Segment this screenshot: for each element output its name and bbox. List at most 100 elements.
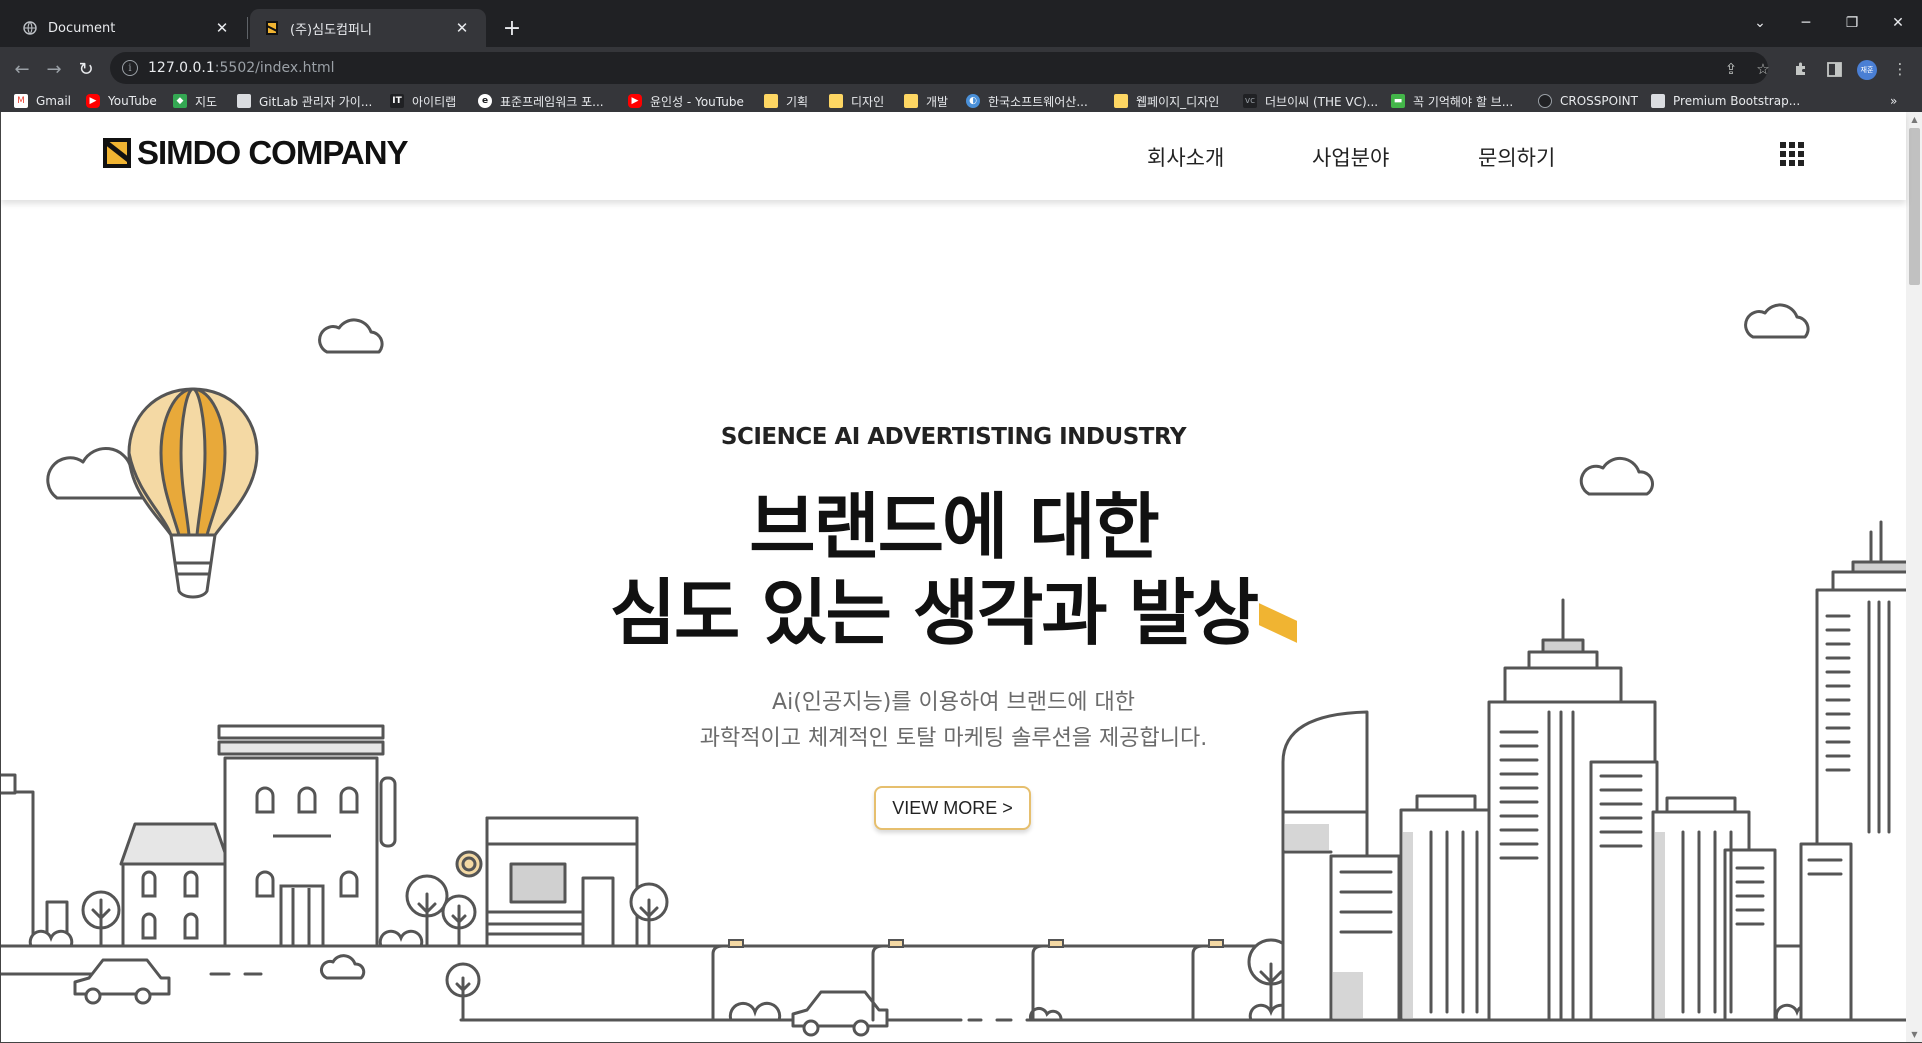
grid-menu-icon[interactable] <box>1780 142 1804 166</box>
close-icon[interactable]: ✕ <box>212 18 232 38</box>
globe-icon: ◐ <box>966 94 980 108</box>
globe-icon <box>22 20 38 36</box>
more-menu-icon[interactable]: ⋮ <box>1886 55 1914 83</box>
it-icon: IT <box>390 94 404 108</box>
coffee-sign-icon <box>455 850 483 878</box>
bookmark-label: 아이티랩 <box>412 94 457 109</box>
bookmark-folder-webdesign[interactable]: 웹페이지_디자인 <box>1114 90 1219 112</box>
cloud-icon <box>1744 303 1810 339</box>
bookmark-thevc[interactable]: vc 더브이씨 (THE VC)... <box>1243 90 1378 112</box>
tab-title: Document <box>48 20 116 36</box>
bookmark-label: 한국소프트웨어산... <box>988 94 1088 109</box>
bookmark-egov[interactable]: e 표준프레임워크 포... <box>478 90 604 112</box>
bookmark-label: 더브이씨 (THE VC)... <box>1265 94 1379 109</box>
scroll-thumb[interactable] <box>1909 128 1920 285</box>
bookmark-youtube[interactable]: ▶ YouTube <box>86 90 157 112</box>
youtube-icon: ▶ <box>86 94 100 108</box>
cloud-icon <box>319 954 366 980</box>
nav-contact[interactable]: 문의하기 <box>1478 142 1555 172</box>
vc-icon: vc <box>1243 94 1257 108</box>
extensions-icon[interactable] <box>1787 55 1815 83</box>
logo-text: SIMDO COMPANY <box>137 134 409 171</box>
bookmark-label: Premium Bootstrap... <box>1673 94 1801 108</box>
page-icon <box>1651 94 1665 108</box>
page-icon <box>237 94 251 108</box>
simdo-favicon-icon <box>264 20 280 36</box>
nav-business[interactable]: 사업분야 <box>1312 142 1389 172</box>
folder-icon <box>1114 94 1128 108</box>
new-tab-button[interactable]: + <box>498 14 526 42</box>
page-scrollbar[interactable]: ▲ ▼ <box>1906 112 1922 1042</box>
profile-avatar[interactable]: 재훈 <box>1857 60 1877 80</box>
hero-desc-line1: Ai(인공지능)를 이용하여 브랜드에 대한 <box>772 690 1135 715</box>
bookmark-itlab[interactable]: IT 아이티랩 <box>390 90 456 112</box>
bookmark-label: 지도 <box>195 94 218 109</box>
tab-search-icon[interactable]: ⌄ <box>1742 10 1778 36</box>
bookmarks-bar: M Gmail ▶ YouTube ◆ 지도 GitLab 관리자 가이... IT 아… <box>0 90 1922 112</box>
share-icon[interactable]: ⇪ <box>1717 55 1745 83</box>
url-path: :5502/index.html <box>214 60 335 76</box>
bookmark-crosspoint[interactable]: CROSSPOINT <box>1538 90 1638 112</box>
tree-icon <box>445 962 481 1022</box>
gmail-icon: M <box>14 94 28 108</box>
hero-desc-line2: 과학적이고 체계적인 토탈 마케팅 솔루션을 제공합니다. <box>699 726 1208 751</box>
crosspoint-icon <box>1538 94 1552 108</box>
bookmark-brand[interactable]: ▬ 꼭 기억해야 할 브... <box>1391 90 1513 112</box>
bookmark-label: 윤인성 - YouTube <box>650 94 744 109</box>
cloud-icon <box>318 318 384 354</box>
close-window-button[interactable]: ✕ <box>1880 10 1916 36</box>
maps-icon: ◆ <box>173 94 187 108</box>
bookmark-label: 웹페이지_디자인 <box>1136 94 1220 109</box>
site-header: SIMDO COMPANY 회사소개 사업분야 문의하기 <box>1 112 1906 200</box>
scroll-down-icon[interactable]: ▼ <box>1910 1030 1919 1039</box>
url-host: 127.0.0.1 <box>148 60 215 76</box>
bookmark-gmail[interactable]: M Gmail <box>14 90 71 112</box>
forward-icon[interactable]: → <box>40 55 68 83</box>
view-more-button[interactable]: VIEW MORE > <box>874 786 1031 830</box>
folder-icon <box>904 94 918 108</box>
bookmark-yoon[interactable]: ▶ 윤인성 - YouTube <box>628 90 744 112</box>
bookmarks-overflow-icon[interactable]: » <box>1890 90 1897 112</box>
browser-tab-bar: Document ✕ (주)심도컴퍼니 ✕ + ⌄ ─ ❐ ✕ <box>0 0 1922 47</box>
car-icon <box>73 958 171 1005</box>
tab-simdo[interactable]: (주)심도컴퍼니 ✕ <box>250 9 486 47</box>
e-icon: e <box>478 94 492 108</box>
chat-icon: ▬ <box>1391 94 1405 108</box>
bookmark-folder-dev[interactable]: 개발 <box>904 90 948 112</box>
bookmark-bootstrap[interactable]: Premium Bootstrap... <box>1651 90 1800 112</box>
bookmark-label: CROSSPOINT <box>1560 94 1638 108</box>
info-icon[interactable]: i <box>122 60 138 76</box>
close-icon[interactable]: ✕ <box>452 18 472 38</box>
logo-mark-icon <box>103 138 131 168</box>
bookmark-label: 개발 <box>926 94 949 109</box>
tab-document[interactable]: Document ✕ <box>8 9 246 47</box>
tree-icon <box>81 890 121 948</box>
address-bar[interactable]: i 127.0.0.1:5502/index.html <box>110 52 1768 84</box>
bookmark-label: GitLab 관리자 가이... <box>259 94 373 109</box>
hero-title-line1: 브랜드에 대한 <box>749 485 1160 569</box>
folder-icon <box>764 94 778 108</box>
bookmark-gitlab[interactable]: GitLab 관리자 가이... <box>237 90 372 112</box>
site-logo[interactable]: SIMDO COMPANY <box>103 134 409 171</box>
restore-button[interactable]: ❐ <box>1834 10 1870 36</box>
tab-title: (주)심도컴퍼니 <box>290 22 372 38</box>
hero-description: Ai(인공지능)를 이용하여 브랜드에 대한 과학적이고 체계적인 토탈 마케팅… <box>1 685 1906 757</box>
scroll-up-icon[interactable]: ▲ <box>1910 115 1919 124</box>
nav-about[interactable]: 회사소개 <box>1147 142 1224 172</box>
bookmark-folder-design[interactable]: 디자인 <box>829 90 884 112</box>
hero-title-line2: 심도 있는 생각과 발상 <box>609 571 1259 655</box>
bookmark-folder-planning[interactable]: 기획 <box>764 90 808 112</box>
bookmark-label: 디자인 <box>851 94 885 109</box>
bookmark-maps[interactable]: ◆ 지도 <box>173 90 217 112</box>
bookmark-star-icon[interactable]: ☆ <box>1749 55 1777 83</box>
back-icon[interactable]: ← <box>8 55 36 83</box>
browser-toolbar: ← → ↻ i 127.0.0.1:5502/index.html ⇪ ☆ 재훈… <box>0 47 1922 90</box>
reload-icon[interactable]: ↻ <box>72 55 100 83</box>
bookmark-ksia[interactable]: ◐ 한국소프트웨어산... <box>966 90 1088 112</box>
bookmark-label: YouTube <box>108 94 157 108</box>
tree-icon <box>441 894 477 948</box>
side-panel-icon[interactable] <box>1820 55 1848 83</box>
youtube-icon: ▶ <box>628 94 642 108</box>
hero-kicker: SCIENCE AI ADVERTISTING INDUSTRY <box>720 424 1187 450</box>
minimize-button[interactable]: ─ <box>1788 10 1824 36</box>
